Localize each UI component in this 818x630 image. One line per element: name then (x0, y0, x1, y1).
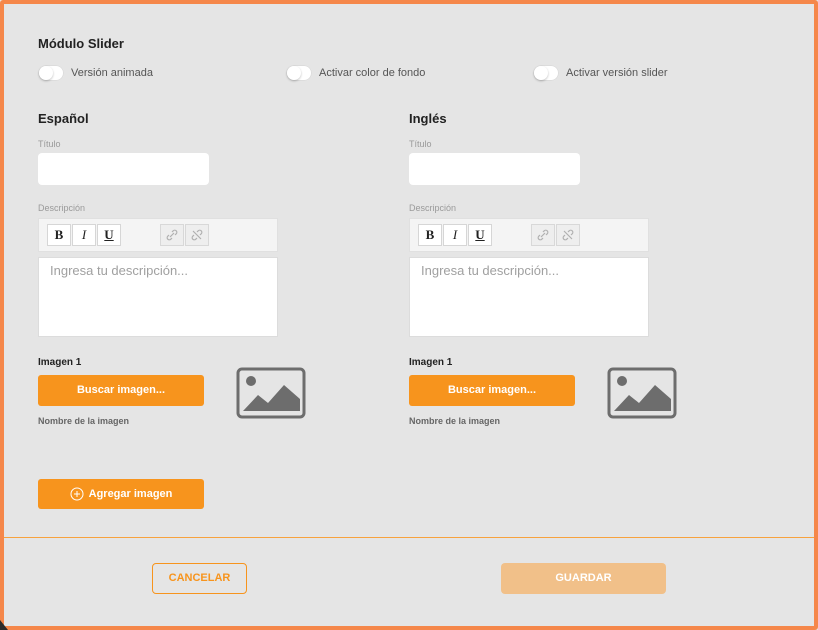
link-icon[interactable] (160, 224, 184, 246)
spanish-title-input[interactable] (38, 153, 209, 185)
spanish-heading: Español (38, 111, 89, 126)
spanish-image-name: Nombre de la imagen (38, 416, 130, 426)
spanish-title-label: Título (38, 139, 61, 149)
toggle-label: Activar versión slider (566, 67, 668, 79)
english-title-input[interactable] (409, 153, 580, 185)
spanish-editor-toolbar: B I U (38, 218, 278, 252)
footer-divider (4, 537, 814, 538)
toggle-version-slider[interactable]: Activar versión slider (533, 65, 667, 81)
english-heading: Inglés (409, 111, 447, 126)
spanish-description-placeholder: Ingresa tu descripción... (50, 263, 189, 278)
image-placeholder-icon (607, 367, 677, 419)
english-search-image-button[interactable]: Buscar imagen... (409, 375, 575, 406)
english-description-label: Descripción (409, 203, 457, 213)
add-image-button[interactable]: Agregar imagen (38, 479, 204, 509)
toggle-switch[interactable] (38, 65, 64, 81)
toggle-label: Activar color de fondo (319, 67, 426, 79)
toggle-label: Versión animada (71, 67, 153, 79)
unlink-icon[interactable] (556, 224, 580, 246)
unlink-icon[interactable] (185, 224, 209, 246)
english-editor-toolbar: B I U (409, 218, 649, 252)
plus-circle-icon (70, 487, 84, 501)
image-placeholder-icon (236, 367, 306, 419)
toggle-switch[interactable] (286, 65, 312, 81)
bold-button[interactable]: B (418, 224, 442, 246)
spanish-description-input[interactable]: Ingresa tu descripción... (38, 257, 278, 337)
italic-button[interactable]: I (72, 224, 96, 246)
link-icon[interactable] (531, 224, 555, 246)
english-image-name: Nombre de la imagen (409, 416, 501, 426)
spanish-description-label: Descripción (38, 203, 86, 213)
english-description-input[interactable]: Ingresa tu descripción... (409, 257, 649, 337)
underline-button[interactable]: U (97, 224, 121, 246)
cancel-button[interactable]: CANCELAR (152, 563, 247, 594)
english-image-label: Imagen 1 (409, 357, 453, 368)
bold-button[interactable]: B (47, 224, 71, 246)
spanish-search-image-button[interactable]: Buscar imagen... (38, 375, 204, 406)
english-description-placeholder: Ingresa tu descripción... (421, 263, 560, 278)
underline-button[interactable]: U (468, 224, 492, 246)
module-title: Módulo Slider (38, 36, 124, 51)
english-title-label: Título (409, 139, 432, 149)
add-image-label: Agregar imagen (88, 488, 173, 500)
toggle-version-animada[interactable]: Versión animada (38, 65, 153, 81)
italic-button[interactable]: I (443, 224, 467, 246)
spanish-image-label: Imagen 1 (38, 357, 82, 368)
toggle-color-fondo[interactable]: Activar color de fondo (286, 65, 425, 81)
toggle-switch[interactable] (533, 65, 559, 81)
save-button[interactable]: GUARDAR (501, 563, 666, 594)
